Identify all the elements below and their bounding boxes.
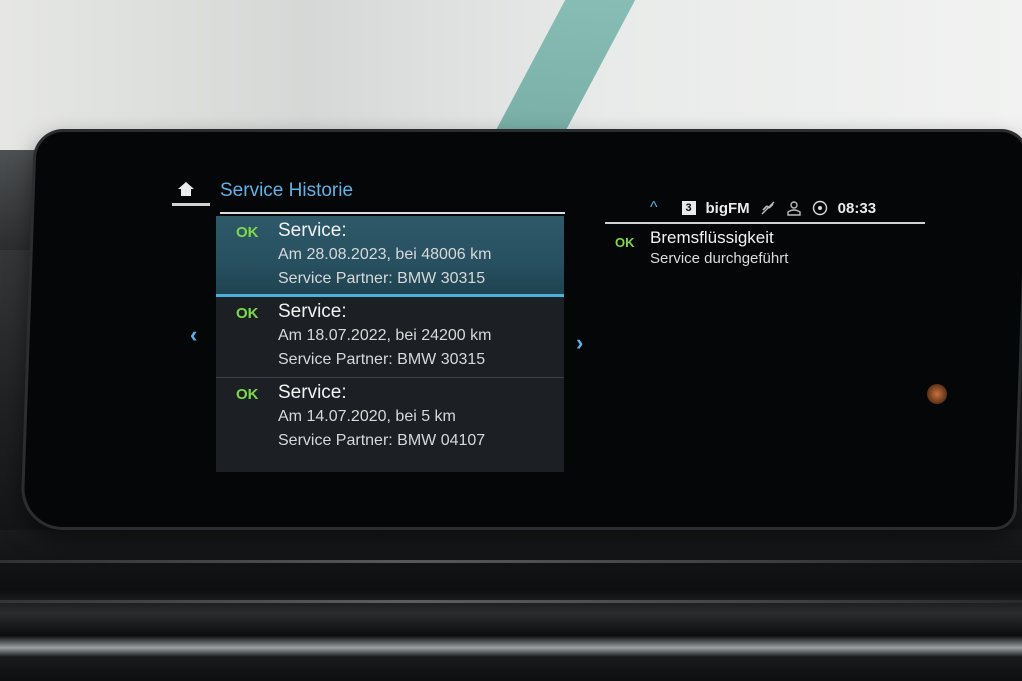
title-divider xyxy=(220,212,565,214)
connectivity-icon xyxy=(812,200,827,216)
radio-preset-badge: 3 xyxy=(681,201,696,215)
light-reflection xyxy=(927,384,947,404)
status-divider xyxy=(605,222,925,224)
screen-content: Service Historie ‹ › OK Service: Am 28.0… xyxy=(30,132,1020,527)
list-item-partner: Service Partner: BMW 04107 xyxy=(278,432,486,449)
dashboard-bottom xyxy=(0,530,1022,681)
list-item-heading: Service: xyxy=(278,220,347,241)
mute-icon xyxy=(761,201,775,215)
service-history-list: OK Service: Am 28.08.2023, bei 48006 km … xyxy=(216,216,564,472)
previous-page-button[interactable]: ‹ xyxy=(190,322,197,348)
status-bar: ^ 3 bigFM 08:33 xyxy=(650,196,940,220)
infotainment-screen: Service Historie ‹ › OK Service: Am 28.0… xyxy=(23,132,1022,527)
radio-station-label: bigFM xyxy=(705,199,750,217)
list-item-partner: Service Partner: BMW 30315 xyxy=(278,270,486,287)
expand-status-button[interactable]: ^ xyxy=(650,199,658,217)
home-tab-indicator xyxy=(172,203,210,206)
list-item-detail: Am 28.08.2023, bei 48006 km xyxy=(278,246,492,263)
list-item[interactable]: OK Service: Am 28.08.2023, bei 48006 km … xyxy=(216,216,564,297)
detail-subtitle: Service durchgeführt xyxy=(650,250,789,267)
detail-title: Bremsflüssigkeit xyxy=(650,228,774,247)
trim-line xyxy=(0,560,1022,563)
home-icon[interactable] xyxy=(178,182,194,196)
list-item[interactable]: OK Service: Am 14.07.2020, bei 5 km Serv… xyxy=(216,378,564,458)
status-badge: OK xyxy=(236,224,259,241)
list-item-heading: Service: xyxy=(278,382,347,403)
status-badge: OK xyxy=(615,235,635,250)
profile-icon xyxy=(786,201,801,216)
list-item-partner: Service Partner: BMW 30315 xyxy=(278,351,486,368)
status-badge: OK xyxy=(236,305,259,322)
trim-line xyxy=(0,600,1022,603)
clock: 08:33 xyxy=(837,199,877,217)
list-item-detail: Am 18.07.2022, bei 24200 km xyxy=(278,327,492,344)
next-page-button[interactable]: › xyxy=(576,330,583,356)
page-title: Service Historie xyxy=(220,180,354,201)
list-item-heading: Service: xyxy=(278,301,347,322)
list-item-detail: Am 14.07.2020, bei 5 km xyxy=(278,408,456,425)
status-badge: OK xyxy=(236,386,259,403)
list-item[interactable]: OK Service: Am 18.07.2022, bei 24200 km … xyxy=(216,297,564,378)
